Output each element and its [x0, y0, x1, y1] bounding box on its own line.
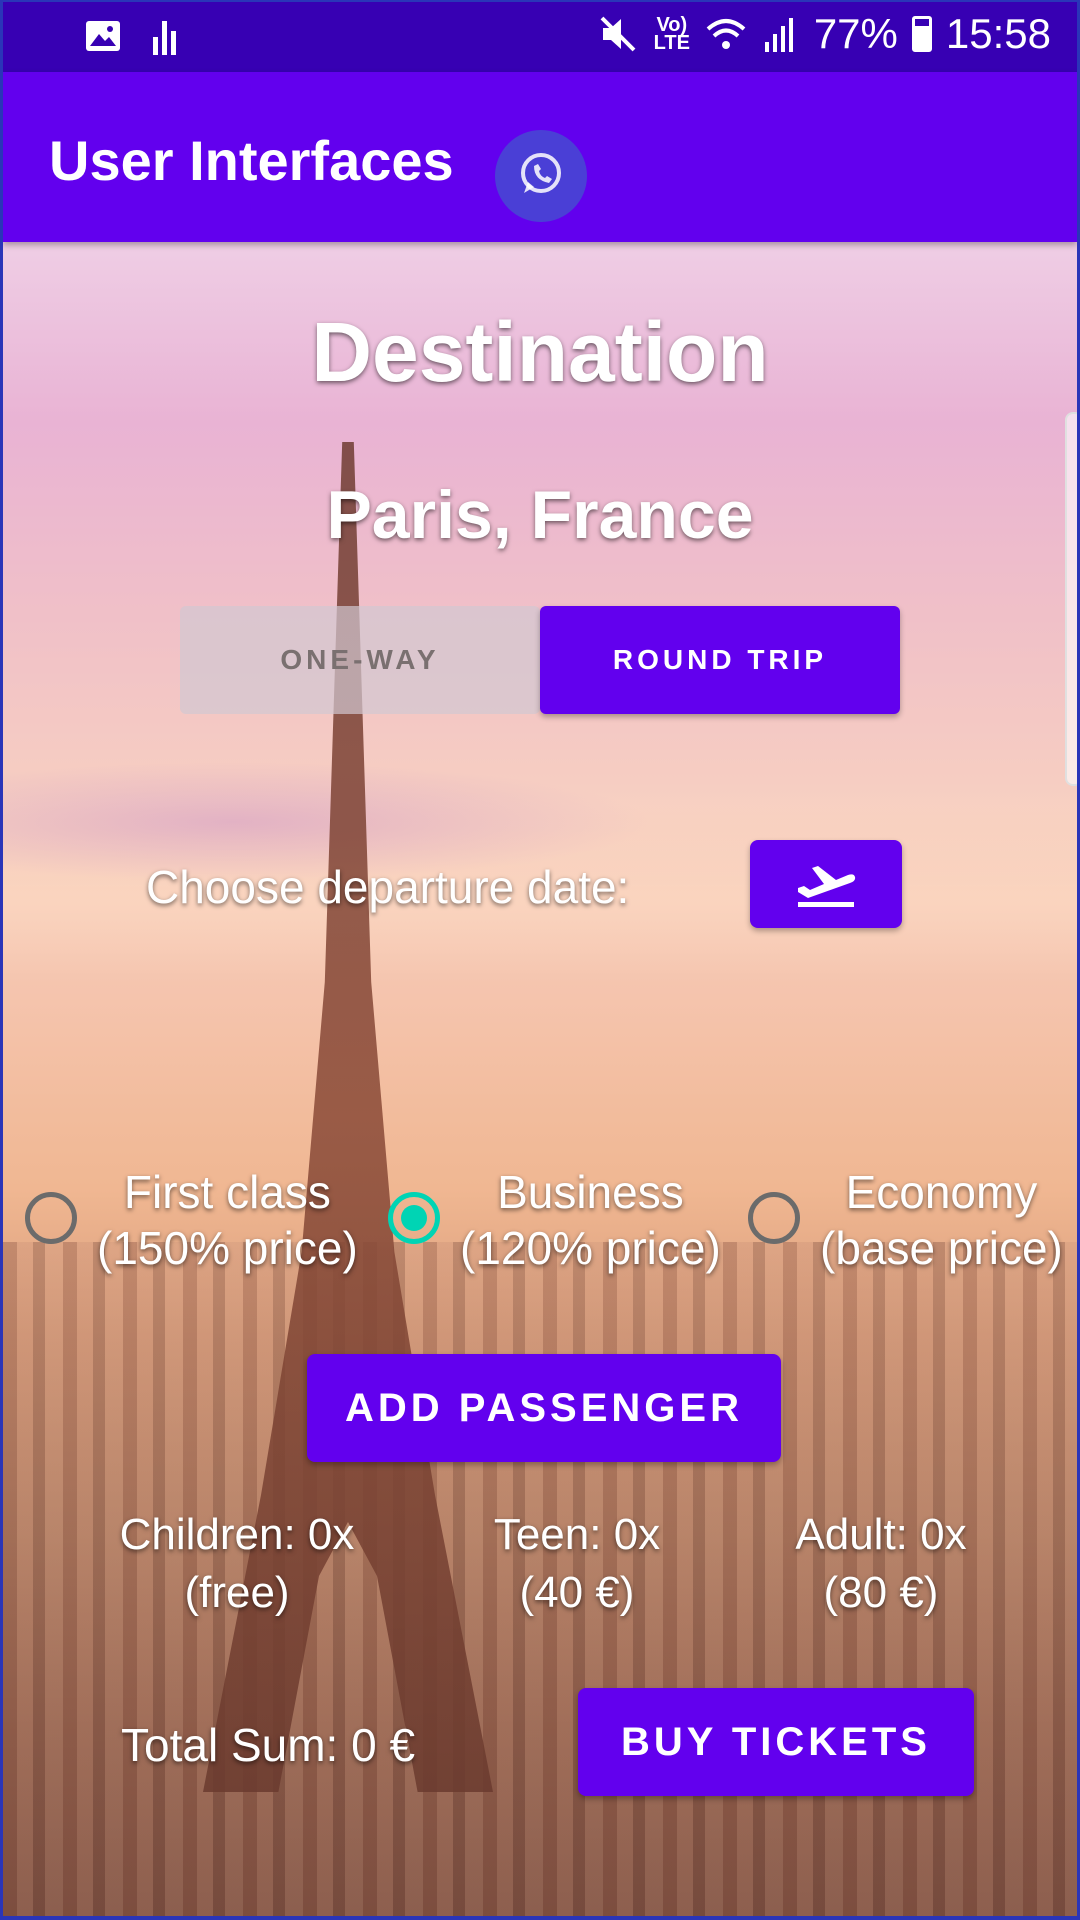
radio-economy[interactable]: [748, 1192, 800, 1244]
teen-count: Teen: 0x (40 €): [493, 1510, 661, 1617]
battery-percent: 77%: [813, 10, 898, 57]
app-bar: User Interfaces: [3, 72, 1077, 242]
class-option-business[interactable]: Business (120% price): [388, 1164, 721, 1276]
clock: 15:58: [945, 10, 1051, 57]
class-option-economy[interactable]: Economy (base price): [748, 1164, 1063, 1276]
battery-icon: [911, 16, 932, 52]
children-count: Children: 0x (free): [119, 1510, 355, 1617]
class-option-label: First class (150% price): [97, 1166, 358, 1274]
class-option-label: Business (120% price): [460, 1166, 721, 1274]
departure-date-label: Choose departure date:: [146, 861, 630, 913]
class-option-first[interactable]: First class (150% price): [25, 1164, 358, 1276]
radio-business[interactable]: [388, 1192, 440, 1244]
destination-heading: Destination: [311, 305, 769, 399]
app-title: User Interfaces: [49, 129, 454, 192]
screen: Vo) LTE 77% 15:58 User Interfaces Destina…: [3, 2, 1077, 1916]
buy-tickets-button[interactable]: BUY TICKETS: [578, 1688, 974, 1796]
scroll-indicator[interactable]: [1065, 412, 1077, 786]
one-way-toggle[interactable]: ONE-WAY: [180, 606, 540, 714]
sound-level-icon: [145, 16, 185, 56]
wifi-icon: [706, 14, 746, 54]
signal-icon: [760, 14, 800, 54]
volte-icon: Vo) LTE: [653, 14, 690, 54]
destination-city: Paris, France: [326, 477, 754, 553]
adult-count: Adult: 0x (80 €): [795, 1510, 967, 1617]
class-option-label: Economy (base price): [820, 1166, 1063, 1274]
add-passenger-button[interactable]: ADD PASSENGER: [307, 1354, 781, 1462]
mute-icon: [598, 14, 638, 54]
whatsapp-icon: [516, 149, 566, 204]
whatsapp-button[interactable]: [495, 130, 587, 222]
status-bar: Vo) LTE 77% 15:58: [3, 2, 1077, 72]
radio-first-class[interactable]: [25, 1192, 77, 1244]
round-trip-toggle[interactable]: ROUND TRIP: [540, 606, 900, 714]
flight-takeoff-icon: [794, 854, 858, 915]
gallery-icon: [83, 16, 123, 56]
departure-date-button[interactable]: [750, 840, 902, 928]
total-sum: Total Sum: 0 €: [121, 1719, 416, 1771]
